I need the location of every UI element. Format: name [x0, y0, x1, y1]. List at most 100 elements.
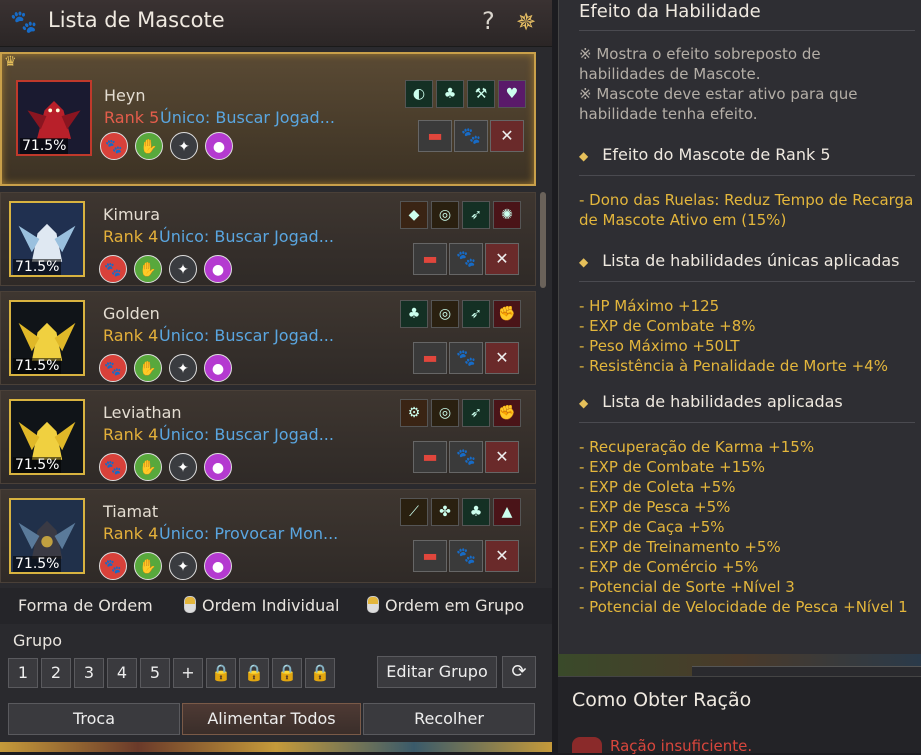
pet-skill-icons: ◆ ◎ ➶ ✺: [397, 201, 521, 229]
summon-button[interactable]: ✕: [485, 441, 519, 473]
unique-skill-item: - Peso Máximo +50LT: [579, 337, 740, 355]
skill-effect-panel: Efeito da Habilidade ※ Mostra o efeito s…: [558, 0, 921, 654]
applied-skill-item: - EXP de Pesca +5%: [579, 498, 731, 516]
pet-list: ♛ 71.5% Heyn Rank 5 Único: Buscar Jogad.…: [0, 52, 538, 584]
command-button[interactable]: 🐾: [449, 540, 483, 572]
pet-skill-icons: ◐ ♣ ⚒ ♥: [402, 80, 526, 108]
obtain-title: Como Obter Ração: [572, 689, 752, 711]
individual-order-button[interactable]: Ordem Individual: [184, 596, 339, 615]
summon-button[interactable]: ✕: [485, 342, 519, 374]
clover-icon: ♣: [462, 498, 490, 526]
individual-order-label: Ordem Individual: [202, 596, 340, 615]
hotbar-strip: [0, 742, 552, 752]
clover-icon: ♣: [400, 300, 428, 328]
unsummon-button[interactable]: ✕: [490, 120, 524, 152]
pickaxe-icon: ⚒: [467, 80, 495, 108]
diamond-icon: ◆: [579, 149, 589, 163]
swap-button[interactable]: Troca: [8, 703, 180, 735]
unique-skill-item: - HP Máximo +125: [579, 297, 720, 315]
command-button[interactable]: 🐾: [454, 120, 488, 152]
feed-button[interactable]: ▬: [413, 441, 447, 473]
pet-stats: 🐾 ✋ ✦ ●: [100, 132, 240, 160]
applied-skill-item: - EXP de Combate +15%: [579, 458, 766, 476]
food-warning-text: Ração insuficiente.: [610, 737, 753, 755]
pet-actions: ▬ 🐾 ✕: [416, 120, 524, 152]
pet-portrait: 71.5%: [16, 80, 92, 156]
bug-icon: ✤: [431, 498, 459, 526]
summon-button[interactable]: ✕: [485, 540, 519, 572]
pet-row-golden[interactable]: 71.5% Golden Rank 4 Único: Buscar Jogad.…: [0, 291, 536, 385]
summon-button[interactable]: ✕: [485, 243, 519, 275]
applied-skills-heading: ◆ Lista de habilidades aplicadas: [579, 392, 843, 411]
tier-icon: ●: [204, 255, 232, 283]
note-1: ※ Mostra o efeito sobreposto de habilida…: [579, 45, 821, 83]
pet-unique-skill: Único: Provocar Mon...: [159, 524, 339, 543]
group-slots: 1 2 3 4 5 + 🔒 🔒 🔒 🔒: [8, 658, 338, 688]
pet-actions: ▬ 🐾 ✕: [411, 243, 519, 275]
title-bar: 🐾 Lista de Mascote ? ✵: [0, 0, 552, 47]
help-button[interactable]: ?: [482, 7, 495, 35]
hunger-icon: 🐾: [99, 354, 127, 382]
fist-icon: ✊: [493, 399, 521, 427]
divider: [579, 175, 915, 176]
applied-skills-title: Lista de habilidades aplicadas: [602, 392, 843, 411]
pet-stats: 🐾 ✋ ✦ ●: [99, 552, 239, 580]
refresh-icon[interactable]: ⟳: [502, 656, 536, 688]
wing-icon: ➶: [462, 300, 490, 328]
diamond-icon: ◆: [579, 396, 589, 410]
unique-skills-title: Lista de habilidades únicas aplicadas: [602, 251, 900, 270]
edit-group-button[interactable]: Editar Grupo: [377, 656, 497, 688]
person-icon: ▲: [493, 498, 521, 526]
feed-button[interactable]: ▬: [413, 540, 447, 572]
star-icon: ✦: [169, 354, 197, 382]
lock-icon[interactable]: 🔒: [305, 658, 335, 688]
collect-button[interactable]: Recolher: [363, 703, 535, 735]
diamond-icon: ◆: [579, 255, 589, 269]
pet-row-tiamat[interactable]: 71.5% Tiamat Rank 4 Único: Provocar Mon.…: [0, 489, 536, 583]
group-slot-3[interactable]: 3: [74, 658, 104, 688]
rank-effect-title: Efeito do Mascote de Rank 5: [602, 145, 831, 164]
order-label: Forma de Ordem: [18, 596, 153, 615]
group-slot-2[interactable]: 2: [41, 658, 71, 688]
lock-icon[interactable]: 🔒: [206, 658, 236, 688]
list-scrollbar[interactable]: [540, 192, 546, 288]
pet-row-heyn[interactable]: ♛ 71.5% Heyn Rank 5 Único: Buscar Jogad.…: [0, 52, 536, 186]
group-order-button[interactable]: Ordem em Grupo: [367, 596, 524, 615]
hunger-icon: 🐾: [99, 255, 127, 283]
add-group-button[interactable]: +: [173, 658, 203, 688]
feed-all-button[interactable]: Alimentar Todos: [182, 703, 361, 735]
pet-list-window: 🐾 Lista de Mascote ? ✵ ♛ 71.5% Heyn Rank…: [0, 0, 552, 752]
feed-button[interactable]: ▬: [413, 243, 447, 275]
pet-row-leviathan[interactable]: 71.5% Leviathan Rank 4 Único: Buscar Jog…: [0, 390, 536, 484]
lock-icon[interactable]: 🔒: [272, 658, 302, 688]
lock-icon[interactable]: 🔒: [239, 658, 269, 688]
tier-icon: ●: [205, 132, 233, 160]
feed-button[interactable]: ▬: [418, 120, 452, 152]
heart-icon: ♥: [498, 80, 526, 108]
star-icon: ✦: [169, 552, 197, 580]
wing-icon: ➶: [462, 399, 490, 427]
command-button[interactable]: 🐾: [449, 441, 483, 473]
group-slot-5[interactable]: 5: [140, 658, 170, 688]
food-level: 71.5%: [13, 259, 62, 275]
tier-icon: ●: [204, 552, 232, 580]
settings-icon[interactable]: ✵: [512, 8, 540, 36]
pet-rank: Rank 4: [103, 326, 159, 345]
pet-portrait: 71.5%: [9, 498, 85, 574]
order-bar: Forma de Ordem Ordem Individual Ordem em…: [0, 588, 552, 624]
group-order-label: Ordem em Grupo: [385, 596, 525, 615]
group-slot-1[interactable]: 1: [8, 658, 38, 688]
pet-actions: ▬ 🐾 ✕: [411, 540, 519, 572]
command-button[interactable]: 🐾: [449, 243, 483, 275]
pet-name: Leviathan: [103, 403, 182, 422]
feed-button[interactable]: ▬: [413, 342, 447, 374]
wagon-icon: ⚙: [400, 399, 428, 427]
pet-row-kimura[interactable]: 71.5% Kimura Rank 4 Único: Buscar Jogad.…: [0, 192, 536, 286]
star-icon: ✦: [169, 453, 197, 481]
divider: [579, 281, 915, 282]
clover-icon: ♣: [436, 80, 464, 108]
rank-effect-text: - Dono das Ruelas: Reduz Tempo de Recarg…: [579, 191, 914, 229]
group-slot-4[interactable]: 4: [107, 658, 137, 688]
swirl-icon: ◎: [431, 201, 459, 229]
command-button[interactable]: 🐾: [449, 342, 483, 374]
